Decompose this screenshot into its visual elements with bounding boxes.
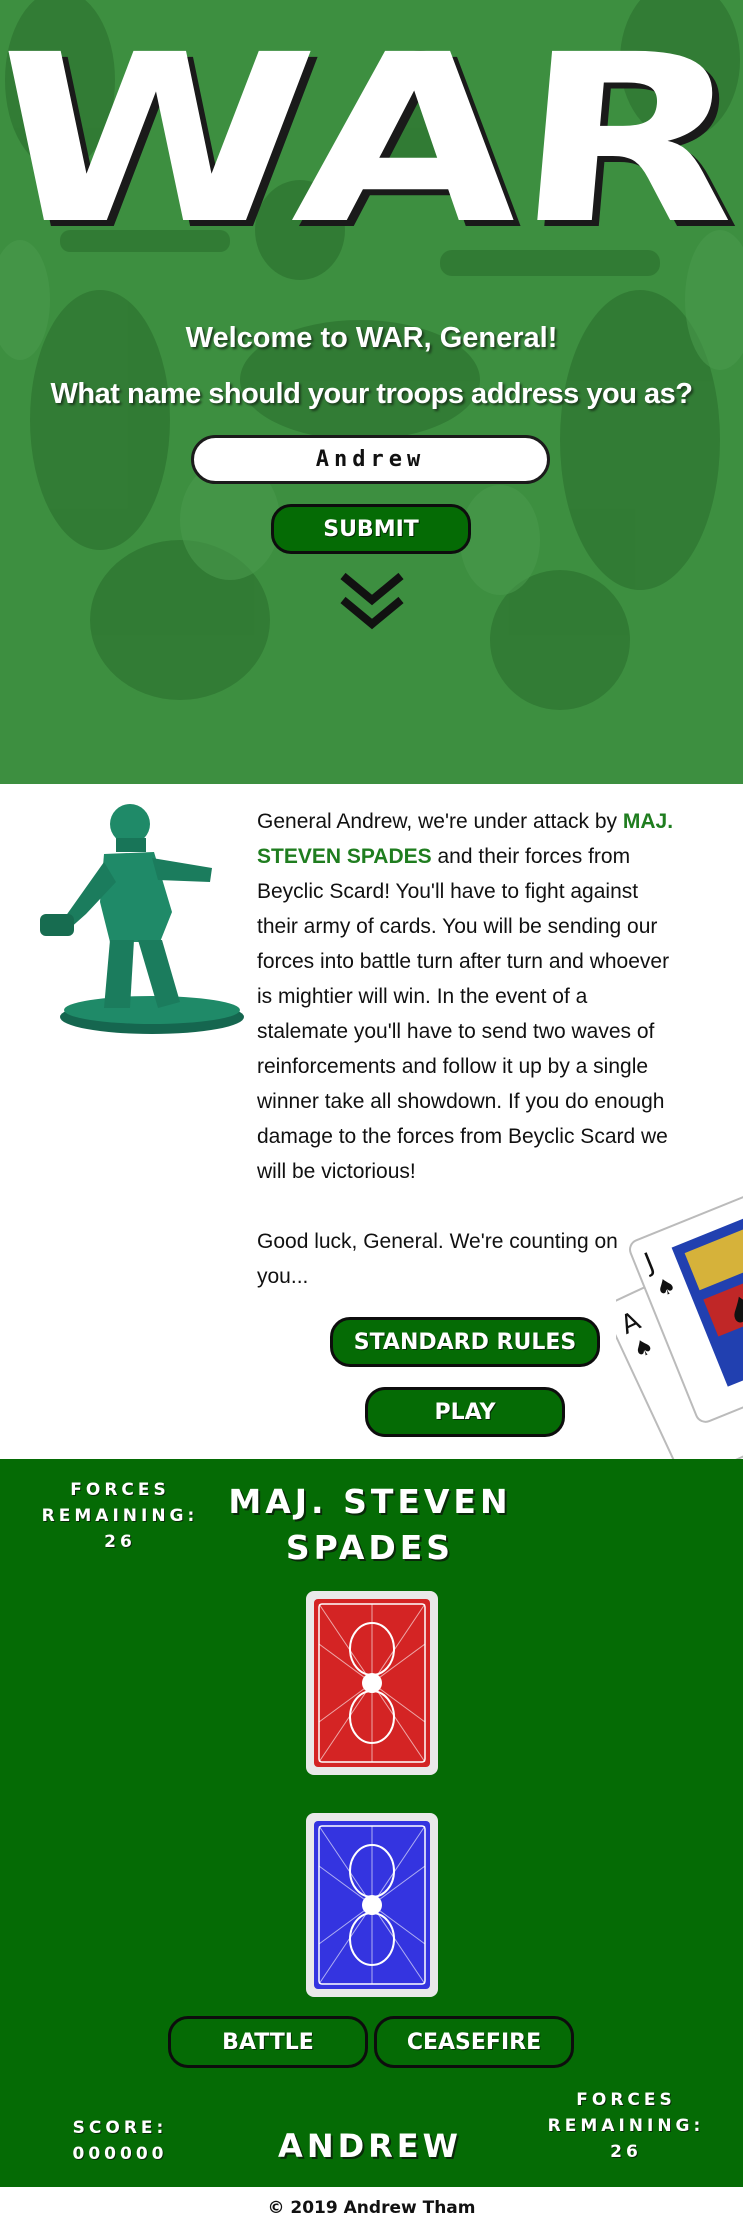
player-card-back [306, 1813, 438, 1997]
toy-soldier-image [40, 804, 244, 1034]
title-letter: R [505, 5, 743, 275]
score-value: 000000 [72, 2144, 168, 2164]
battle-button[interactable]: BATTLE [168, 2016, 368, 2068]
enemy-forces-label: FORCES REMAINING: [41, 1480, 199, 1526]
player-name: ANDREW [278, 2127, 462, 2165]
fanned-playing-cards-image: A ♠ J ♠ ♠ [616, 1194, 743, 1459]
enemy-card-back [306, 1591, 438, 1775]
good-luck-text: Good luck, General. We're counting on yo… [257, 1230, 618, 1288]
game-title: W A R [0, 5, 743, 275]
player-forces-count: 26 [610, 2142, 642, 2162]
player-forces-label: FORCES REMAINING: [547, 2090, 705, 2136]
submit-button[interactable]: SUBMIT [271, 504, 471, 554]
title-letter: A [286, 5, 535, 275]
briefing-text-start: General Andrew, we're under attack by [257, 810, 623, 833]
briefing-text: General Andrew, we're under attack by MA… [257, 804, 677, 1189]
title-letter: W [0, 5, 325, 275]
chevron-down-icon[interactable] [339, 570, 405, 632]
play-button[interactable]: PLAY [365, 1387, 565, 1437]
blue-card-back-pattern [314, 1821, 430, 1989]
enemy-forces-remaining: FORCES REMAINING: 26 [22, 1477, 218, 1555]
mission-briefing: General Andrew, we're under attack by MA… [0, 784, 743, 1459]
enemy-name: MAJ. STEVEN SPADES [228, 1482, 512, 1567]
player-forces-remaining: FORCES REMAINING: 26 [528, 2087, 724, 2165]
score-display: SCORE: 000000 [40, 2115, 200, 2167]
welcome-heading: Welcome to WAR, General! [185, 322, 558, 354]
general-name-input[interactable] [191, 435, 550, 484]
hero-section: W A R Welcome to WAR, General! What name… [0, 0, 743, 784]
ceasefire-button[interactable]: CEASEFIRE [374, 2016, 574, 2068]
red-card-back-pattern [314, 1599, 430, 1767]
standard-rules-button[interactable]: STANDARD RULES [330, 1317, 600, 1367]
score-label: SCORE: [72, 2118, 168, 2138]
briefing-text-end: and their forces from Beyclic Scard! You… [257, 845, 670, 1183]
name-prompt: What name should your troops address you… [50, 378, 693, 410]
enemy-forces-count: 26 [104, 1532, 136, 1552]
game-board: FORCES REMAINING: 26 MAJ. STEVEN SPADES [0, 1459, 743, 2187]
footer-copyright: © 2019 Andrew Tham [0, 2187, 743, 2230]
